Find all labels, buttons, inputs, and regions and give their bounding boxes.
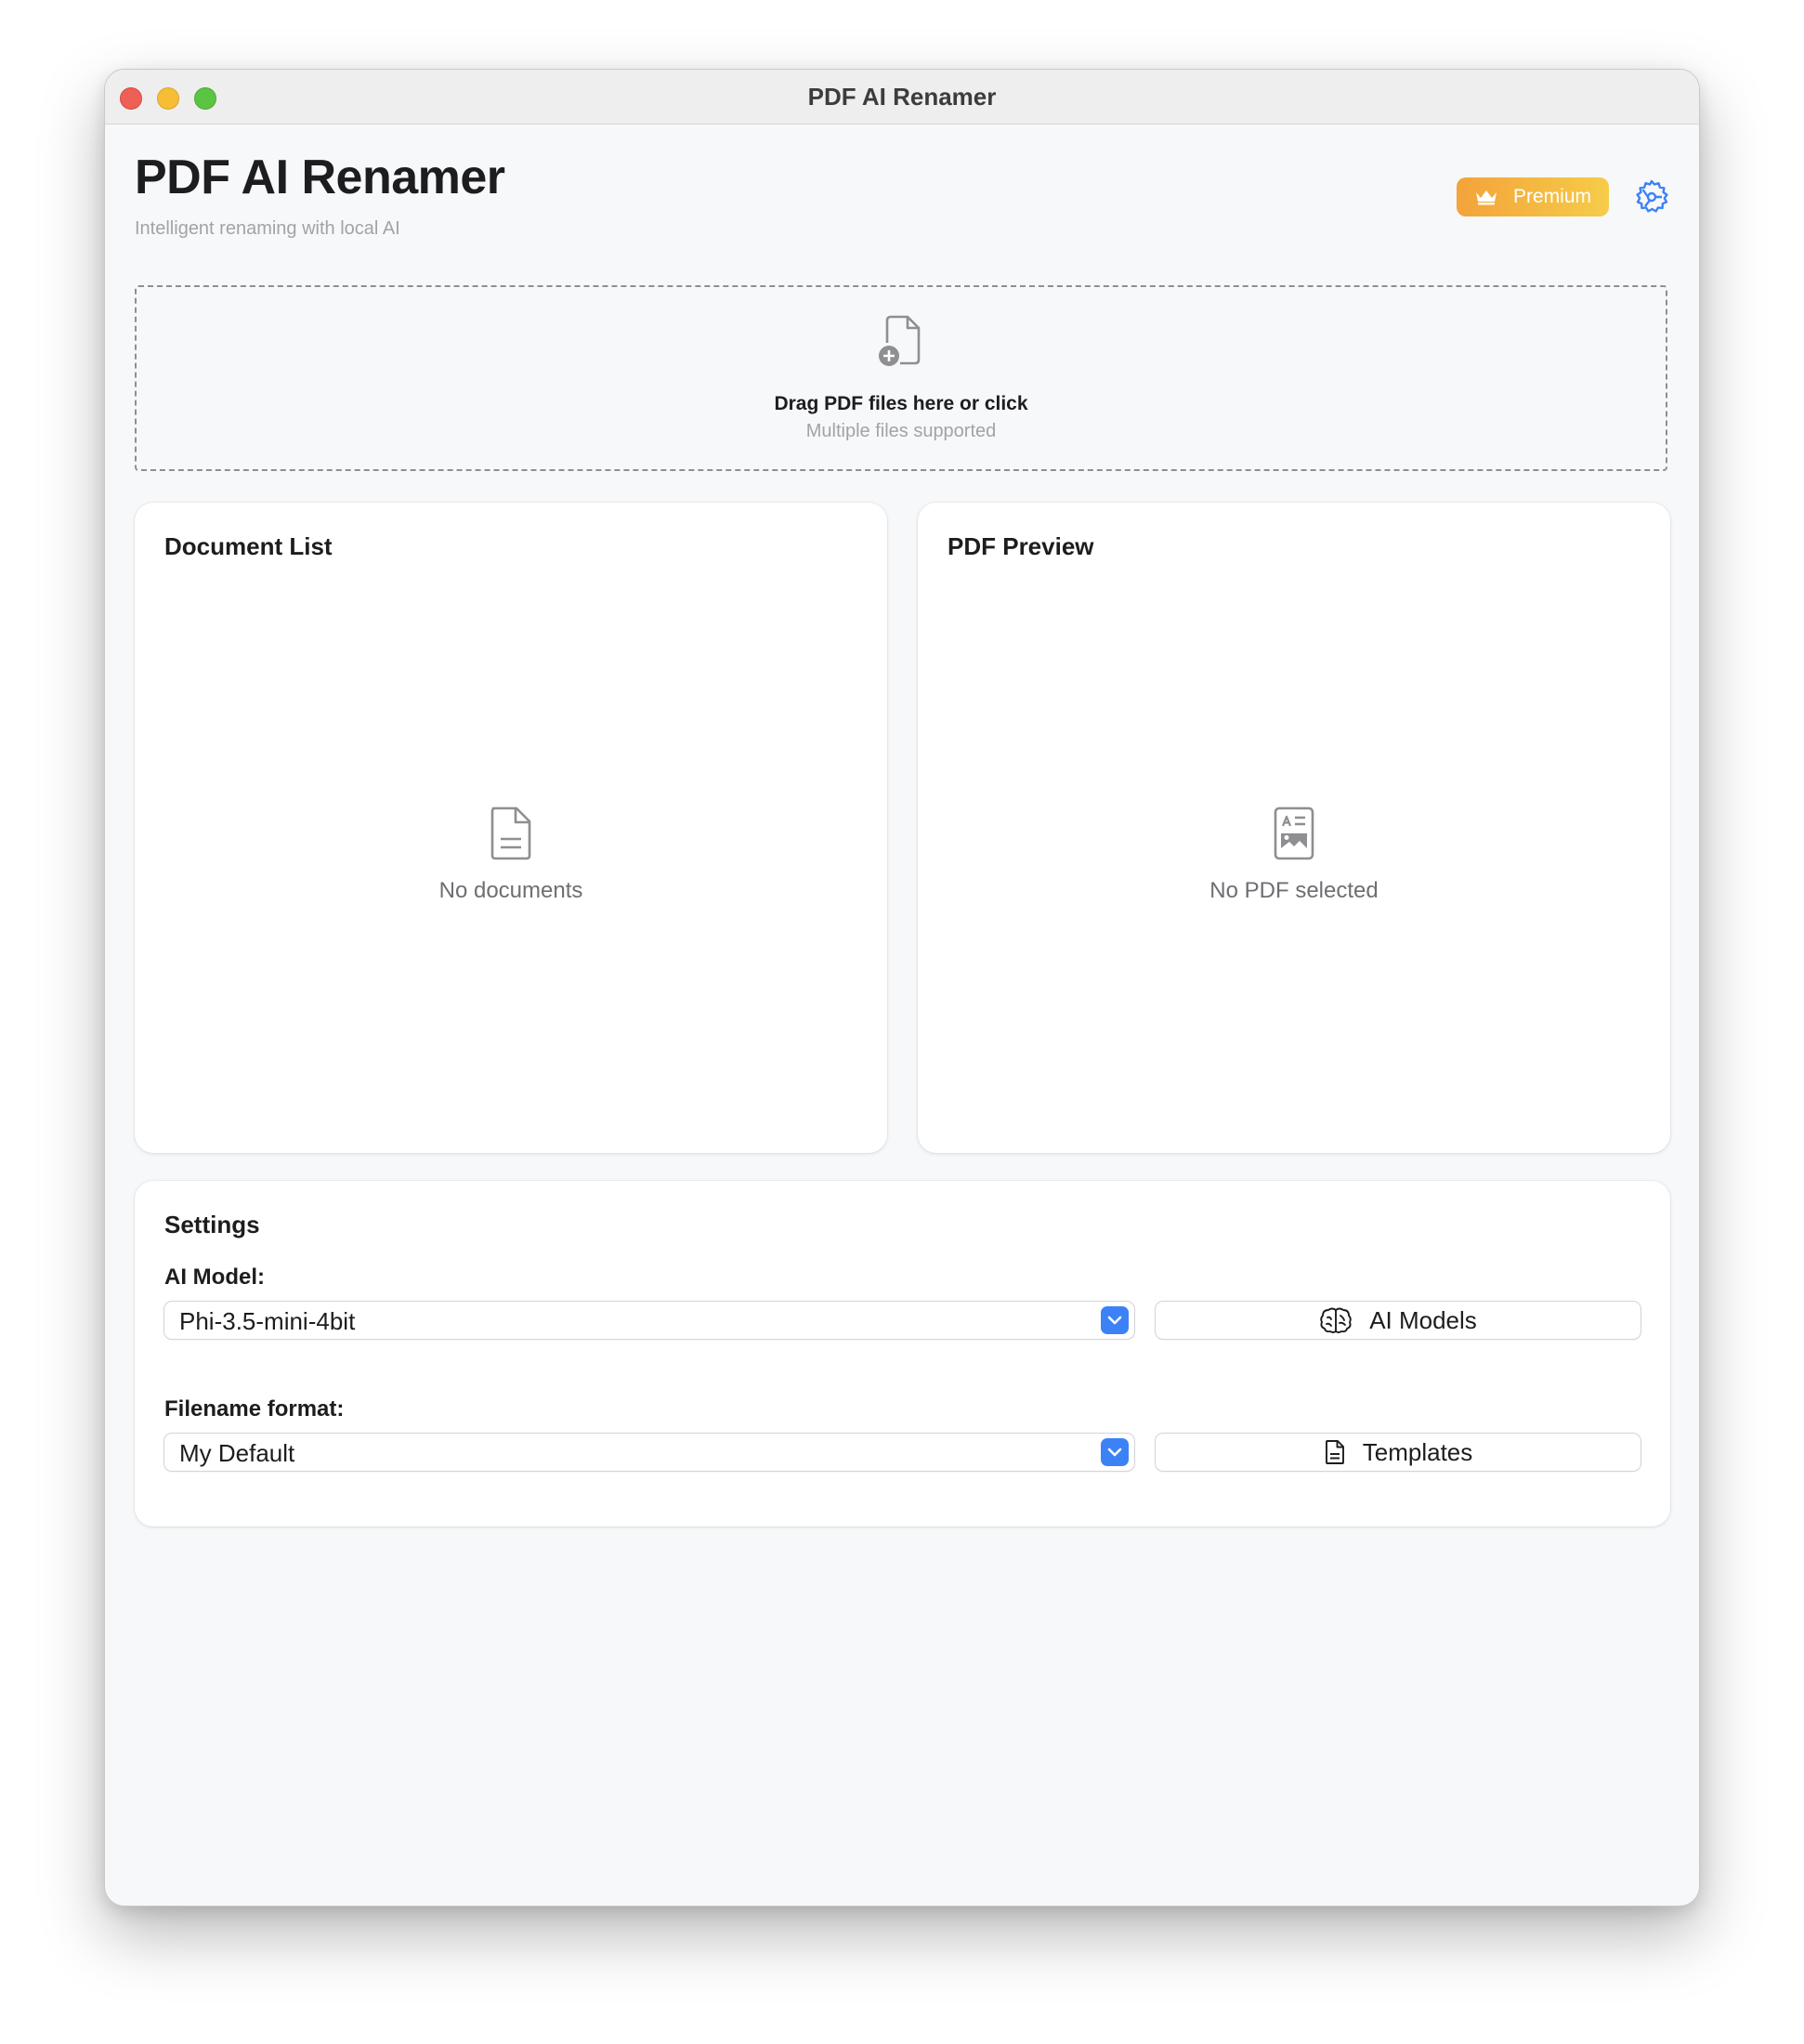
- templates-button[interactable]: Templates: [1156, 1434, 1641, 1471]
- document-list-title: Document List: [164, 532, 333, 560]
- document-icon: [1325, 1440, 1344, 1464]
- settings-title: Settings: [164, 1211, 260, 1238]
- pdf-preview-title: PDF Preview: [948, 532, 1094, 560]
- settings-gear-button[interactable]: [1633, 178, 1670, 216]
- filename-format-label: Filename format:: [164, 1396, 345, 1422]
- document-list-panel: Document List No documents: [135, 503, 887, 1153]
- ai-models-button[interactable]: AI Models: [1156, 1302, 1641, 1339]
- filename-format-select[interactable]: My Default: [164, 1434, 1134, 1471]
- crown-icon: [1475, 190, 1497, 205]
- gear-icon: [1636, 179, 1668, 213]
- no-documents-message: No documents: [438, 878, 583, 903]
- document-add-icon: [879, 315, 921, 366]
- drop-zone-hint: Multiple files supported: [805, 421, 997, 441]
- pdf-drop-zone[interactable]: Drag PDF files here or click Multiple fi…: [135, 285, 1667, 471]
- no-pdf-message: No PDF selected: [1209, 878, 1379, 903]
- filename-format-value: My Default: [179, 1439, 295, 1467]
- pdf-preview-panel: PDF Preview No PDF selected: [918, 503, 1670, 1153]
- premium-label: Premium: [1512, 186, 1591, 207]
- ai-model-select[interactable]: Phi-3.5-mini-4bit: [164, 1302, 1134, 1339]
- settings-panel: Settings AI Model: Phi-3.5-mini-4bit AI …: [135, 1181, 1670, 1526]
- drop-zone-instructions: Drag PDF files here or click: [774, 393, 1028, 414]
- chevron-down-icon: [1101, 1306, 1129, 1334]
- title-bar[interactable]: PDF AI Renamer: [105, 70, 1699, 124]
- page-title: PDF AI Renamer: [135, 151, 505, 204]
- premium-button[interactable]: Premium: [1457, 177, 1609, 216]
- chevron-down-icon: [1101, 1438, 1129, 1466]
- document-icon: [490, 806, 531, 860]
- preview-icon: [1274, 806, 1314, 860]
- ai-model-label: AI Model:: [164, 1264, 265, 1290]
- ai-model-value: Phi-3.5-mini-4bit: [179, 1307, 356, 1335]
- page-subtitle: Intelligent renaming with local AI: [135, 218, 400, 239]
- brain-icon: [1320, 1307, 1352, 1333]
- templates-button-label: Templates: [1362, 1437, 1473, 1466]
- app-window: PDF AI Renamer PDF AI Renamer Intelligen…: [104, 69, 1700, 1906]
- window-title: PDF AI Renamer: [807, 83, 997, 111]
- ai-models-button-label: AI Models: [1369, 1305, 1477, 1334]
